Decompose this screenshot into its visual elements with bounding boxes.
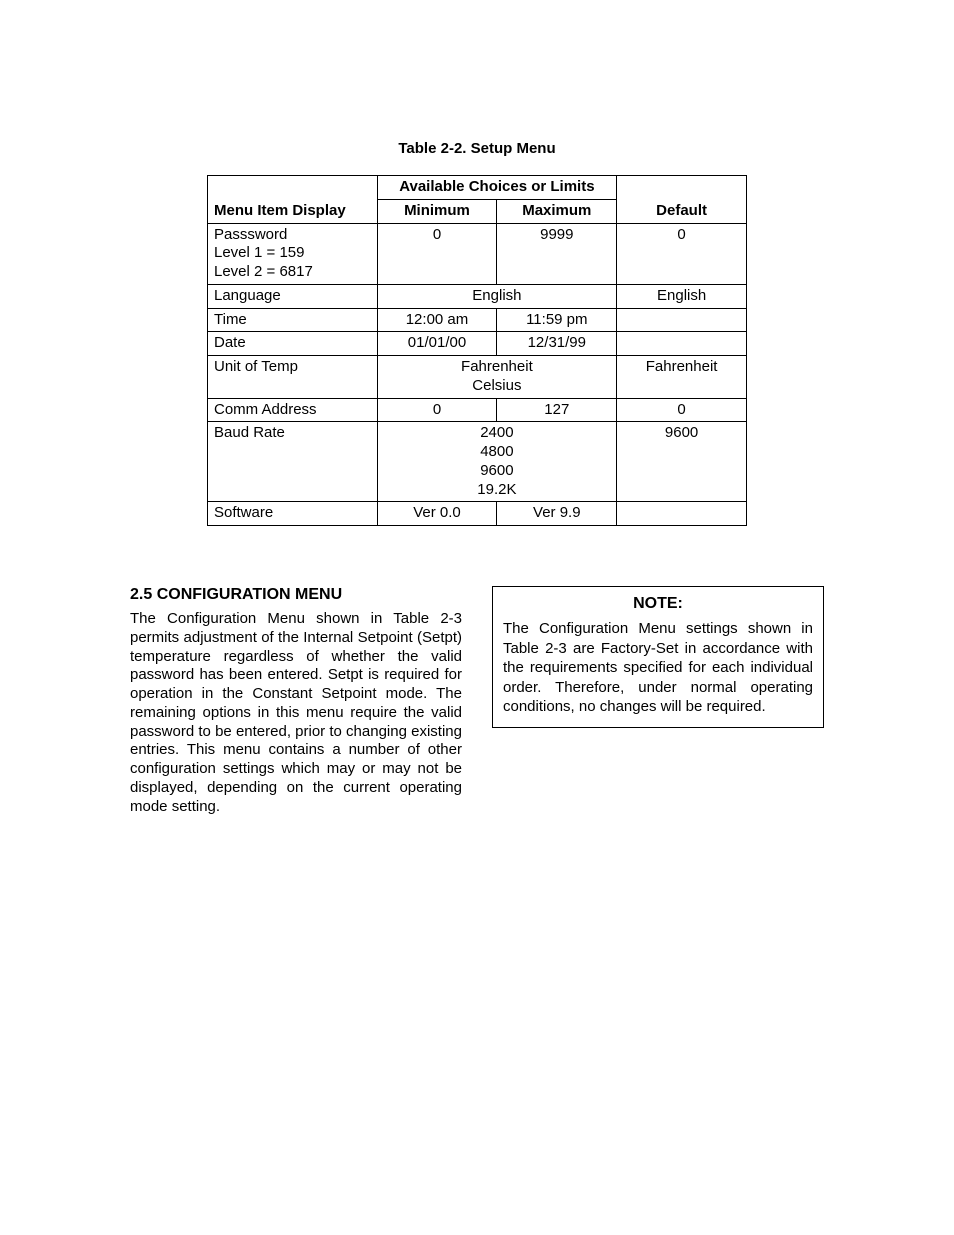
- cell-min: 12:00 am: [377, 308, 497, 332]
- header-choices: Available Choices or Limits: [377, 176, 617, 200]
- cell-def: [617, 332, 747, 356]
- cell-max: 127: [497, 398, 617, 422]
- table-row: Software Ver 0.0 Ver 9.9: [208, 502, 747, 526]
- cell-item: Unit of Temp: [208, 356, 378, 399]
- section-body: The Configuration Menu shown in Table 2-…: [130, 610, 462, 816]
- cell-item: Baud Rate: [208, 422, 378, 502]
- note-title: NOTE:: [503, 595, 813, 613]
- cell-item: Comm Address: [208, 398, 378, 422]
- table-row: Passsword Level 1 = 159 Level 2 = 6817 0…: [208, 223, 747, 284]
- cell-item: Time: [208, 308, 378, 332]
- cell-max: 9999: [497, 223, 617, 284]
- cell-item: Date: [208, 332, 378, 356]
- cell-choices: English: [377, 284, 617, 308]
- cell-min: 01/01/00: [377, 332, 497, 356]
- cell-def: 9600: [617, 422, 747, 502]
- section-heading: 2.5 CONFIGURATION MENU: [130, 586, 462, 604]
- cell-def: [617, 502, 747, 526]
- cell-max: 12/31/99: [497, 332, 617, 356]
- header-minimum: Minimum: [377, 199, 497, 223]
- cell-choices: Fahrenheit Celsius: [377, 356, 617, 399]
- note-body: The Configuration Menu settings shown in…: [503, 619, 813, 717]
- cell-min: 0: [377, 398, 497, 422]
- header-menu-item: Menu Item Display: [208, 176, 378, 224]
- table-row: Unit of Temp Fahrenheit Celsius Fahrenhe…: [208, 356, 747, 399]
- cell-max: Ver 9.9: [497, 502, 617, 526]
- cell-max: 11:59 pm: [497, 308, 617, 332]
- setup-menu-table: Menu Item Display Available Choices or L…: [207, 175, 747, 526]
- header-default: Default: [617, 176, 747, 224]
- cell-choices: 2400 4800 9600 19.2K: [377, 422, 617, 502]
- cell-item: Language: [208, 284, 378, 308]
- table-row: Time 12:00 am 11:59 pm: [208, 308, 747, 332]
- cell-def: 0: [617, 398, 747, 422]
- cell-min: 0: [377, 223, 497, 284]
- cell-def: 0: [617, 223, 747, 284]
- cell-item: Software: [208, 502, 378, 526]
- cell-def: [617, 308, 747, 332]
- cell-item: Passsword Level 1 = 159 Level 2 = 6817: [208, 223, 378, 284]
- table-row: Baud Rate 2400 4800 9600 19.2K 9600: [208, 422, 747, 502]
- header-maximum: Maximum: [497, 199, 617, 223]
- cell-def: Fahrenheit: [617, 356, 747, 399]
- cell-def: English: [617, 284, 747, 308]
- table-caption: Table 2-2. Setup Menu: [130, 140, 824, 157]
- cell-min: Ver 0.0: [377, 502, 497, 526]
- table-row: Language English English: [208, 284, 747, 308]
- note-box: NOTE: The Configuration Menu settings sh…: [492, 586, 824, 728]
- table-row: Comm Address 0 127 0: [208, 398, 747, 422]
- table-row: Date 01/01/00 12/31/99: [208, 332, 747, 356]
